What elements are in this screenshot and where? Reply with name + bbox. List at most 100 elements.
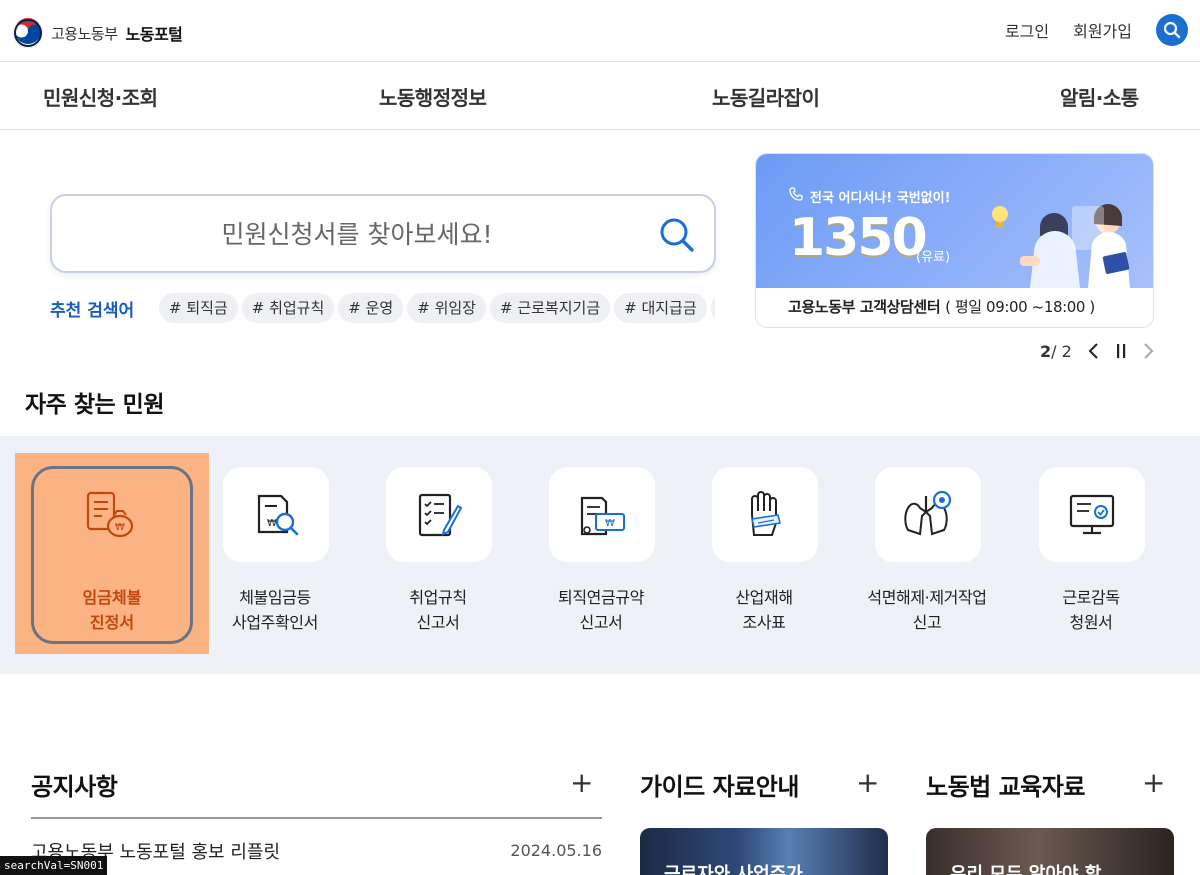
slide-pause-button[interactable] — [1114, 341, 1128, 361]
education-thumbnail-text: 우리 모두 알아야 할 — [950, 864, 1102, 875]
notice-section-title: 공지사항 — [31, 773, 118, 801]
frequent-item-label-line1: 취업규칙 — [409, 588, 467, 607]
counselor-illustration-icon — [992, 204, 1130, 288]
notice-divider — [31, 817, 602, 819]
slide-total: / 2 — [1051, 341, 1072, 361]
banner-phone-number: 1350 — [789, 208, 928, 268]
frequent-item-icon-box: ₩ — [223, 467, 329, 562]
gnb-item-notice-communication[interactable]: 알림·소통 — [1060, 82, 1139, 111]
frequent-item-label-line1: 임금체불 — [82, 588, 142, 607]
frequent-services-title: 자주 찾는 민원 — [25, 392, 164, 418]
status-overlay: searchVal=SN001 — [0, 856, 108, 875]
keyword-tag[interactable]: # 퇴직금 — [159, 293, 238, 323]
search-button-icon[interactable] — [658, 216, 696, 254]
svg-text:₩: ₩ — [267, 518, 277, 529]
frequent-item-unpaid-wage-confirmation[interactable]: ₩ 체불임금등 사업주확인서 — [195, 436, 355, 674]
education-more-button[interactable]: + — [1142, 766, 1165, 799]
frequent-item-label-line1: 근로감독 — [1062, 588, 1120, 607]
wage-bag-icon: ₩ — [86, 491, 134, 538]
frequent-item-icon-box: ₩ — [549, 467, 655, 562]
keyword-tag[interactable]: # 위임장 — [407, 293, 486, 323]
frequent-item-wage-arrears[interactable]: ₩ 임금체불 진정서 — [31, 436, 193, 674]
keyword-tag[interactable]: # 근로복지기금 — [489, 293, 611, 323]
keyword-tag[interactable]: # 대지급금 — [614, 293, 707, 323]
frequent-item-label-line2: 신고서 — [416, 613, 460, 632]
search-input[interactable] — [72, 214, 642, 254]
gnb-item-admin-info[interactable]: 노동행정정보 — [379, 82, 487, 111]
document-search-icon: ₩ — [257, 494, 299, 535]
guide-section-title: 가이드 자료안내 — [640, 773, 799, 801]
banner-visual: 전국 어디서나! 국번없이! 1350 (유료) — [756, 154, 1153, 288]
banner-slider-controls: 2/ 2 — [1040, 341, 1170, 361]
notice-item[interactable]: 고용노동부 노동포털 홍보 리플릿 2024.05.16 — [31, 838, 602, 866]
frequent-item-labor-inspection[interactable]: 근로감독 청원서 — [1011, 436, 1171, 674]
svg-text:₩: ₩ — [115, 522, 125, 533]
call-center-hours: ( 평일 09:00 ~18:00 ) — [945, 298, 1095, 316]
frequent-item-label-line1: 석면해제·제거작업 — [867, 588, 987, 607]
banner-caption: 고용노동부 고객상담센터 ( 평일 09:00 ~18:00 ) — [788, 296, 1095, 317]
signup-link[interactable]: 회원가입 — [1073, 18, 1132, 42]
frequent-item-label-line2: 조사표 — [742, 613, 786, 632]
lungs-icon — [904, 490, 952, 535]
pause-icon — [1116, 344, 1125, 358]
slide-prev-button[interactable] — [1086, 341, 1100, 361]
header-search-button[interactable] — [1156, 14, 1188, 46]
frequent-item-label-line1: 퇴직연금규약 — [558, 588, 644, 607]
notice-more-button[interactable]: + — [570, 766, 593, 799]
svg-text:₩: ₩ — [605, 518, 615, 529]
main-navigation: 민원신청·조회 노동행정정보 노동길라잡이 알림·소통 — [0, 62, 1200, 130]
frequent-item-label: 퇴직연금규약 신고서 — [521, 585, 681, 635]
slide-current: 2 — [1040, 341, 1052, 361]
frequent-item-employment-rules[interactable]: 취업규칙 신고서 — [358, 436, 518, 674]
phone-icon — [789, 187, 803, 201]
frequent-item-label-line1: 체불임금등 — [239, 588, 311, 607]
search-icon — [1163, 21, 1181, 39]
chevron-left-icon — [1088, 343, 1098, 359]
slide-next-button[interactable] — [1142, 341, 1156, 361]
frequent-item-label: 취업규칙 신고서 — [358, 585, 518, 635]
frequent-services-list: ₩ 임금체불 진정서 ₩ 체불임금등 사업주확인서 취업규칙 신고서 ₩ 퇴직연… — [0, 436, 1200, 674]
login-link[interactable]: 로그인 — [1005, 18, 1049, 42]
call-center-banner[interactable]: 전국 어디서나! 국번없이! 1350 (유료) 고용노동부 고객상담센터 ( … — [755, 153, 1154, 328]
guide-more-button[interactable]: + — [856, 766, 879, 799]
chevron-right-icon — [1144, 343, 1154, 359]
recommended-keywords: # 퇴직금# 취업규칙# 운영# 위임장# 근로복지기금# 대지급금# — [159, 293, 715, 323]
taegeuk-emblem-icon — [12, 17, 44, 49]
education-thumbnail[interactable]: 우리 모두 알아야 할 — [926, 828, 1174, 875]
frequent-item-label: 임금체불 진정서 — [31, 585, 193, 635]
frequent-item-icon-box — [712, 467, 818, 562]
slide-counter: 2/ 2 — [1040, 342, 1072, 361]
site-header: 고용노동부 노동포털 로그인 회원가입 — [0, 0, 1200, 62]
site-logo[interactable]: 고용노동부 노동포털 — [12, 17, 183, 49]
frequent-item-label-line2: 사업주확인서 — [232, 613, 318, 632]
frequent-item-label-line2: 신고 — [912, 613, 942, 632]
frequent-item-label: 체불임금등 사업주확인서 — [195, 585, 355, 635]
checklist-pen-icon — [418, 493, 463, 536]
injured-hand-icon — [751, 490, 781, 536]
recommended-keywords-label: 추천 검색어 — [50, 301, 135, 321]
frequent-item-label-line2: 진정서 — [89, 613, 135, 632]
frequent-item-label: 산업재해 조사표 — [684, 585, 844, 635]
pension-document-icon: ₩ — [580, 496, 625, 535]
guide-thumbnail-text: 근로자와 사업주가 — [664, 864, 803, 875]
keyword-tag[interactable]: # 취업규칙 — [241, 293, 335, 323]
frequent-item-icon-box — [386, 467, 492, 562]
frequent-item-asbestos-removal[interactable]: 석면해제·제거작업 신고 — [847, 436, 1007, 674]
banner-slogan: 전국 어디서나! 국번없이! — [810, 191, 951, 206]
frequent-item-industrial-accident[interactable]: 산업재해 조사표 — [684, 436, 844, 674]
main-search-box — [50, 194, 716, 273]
frequent-item-retirement-pension[interactable]: ₩ 퇴직연금규약 신고서 — [521, 436, 681, 674]
gnb-item-civil-service[interactable]: 민원신청·조회 — [43, 82, 158, 111]
frequent-item-label: 석면해제·제거작업 신고 — [847, 585, 1007, 635]
keyword-tag[interactable]: # — [710, 293, 715, 323]
guide-thumbnail[interactable]: 근로자와 사업주가 — [640, 828, 888, 875]
frequent-item-icon-box — [875, 467, 981, 562]
frequent-item-label: 근로감독 청원서 — [1011, 585, 1171, 635]
frequent-item-label-line2: 청원서 — [1069, 613, 1113, 632]
frequent-item-label-line1: 산업재해 — [735, 588, 793, 607]
org-name: 고용노동부 — [51, 24, 118, 43]
keyword-tag[interactable]: # 운영 — [338, 293, 404, 323]
gnb-item-labor-guide[interactable]: 노동길라잡이 — [712, 82, 820, 111]
education-section-title: 노동법 교육자료 — [926, 773, 1085, 801]
monitor-check-icon — [1069, 494, 1115, 534]
